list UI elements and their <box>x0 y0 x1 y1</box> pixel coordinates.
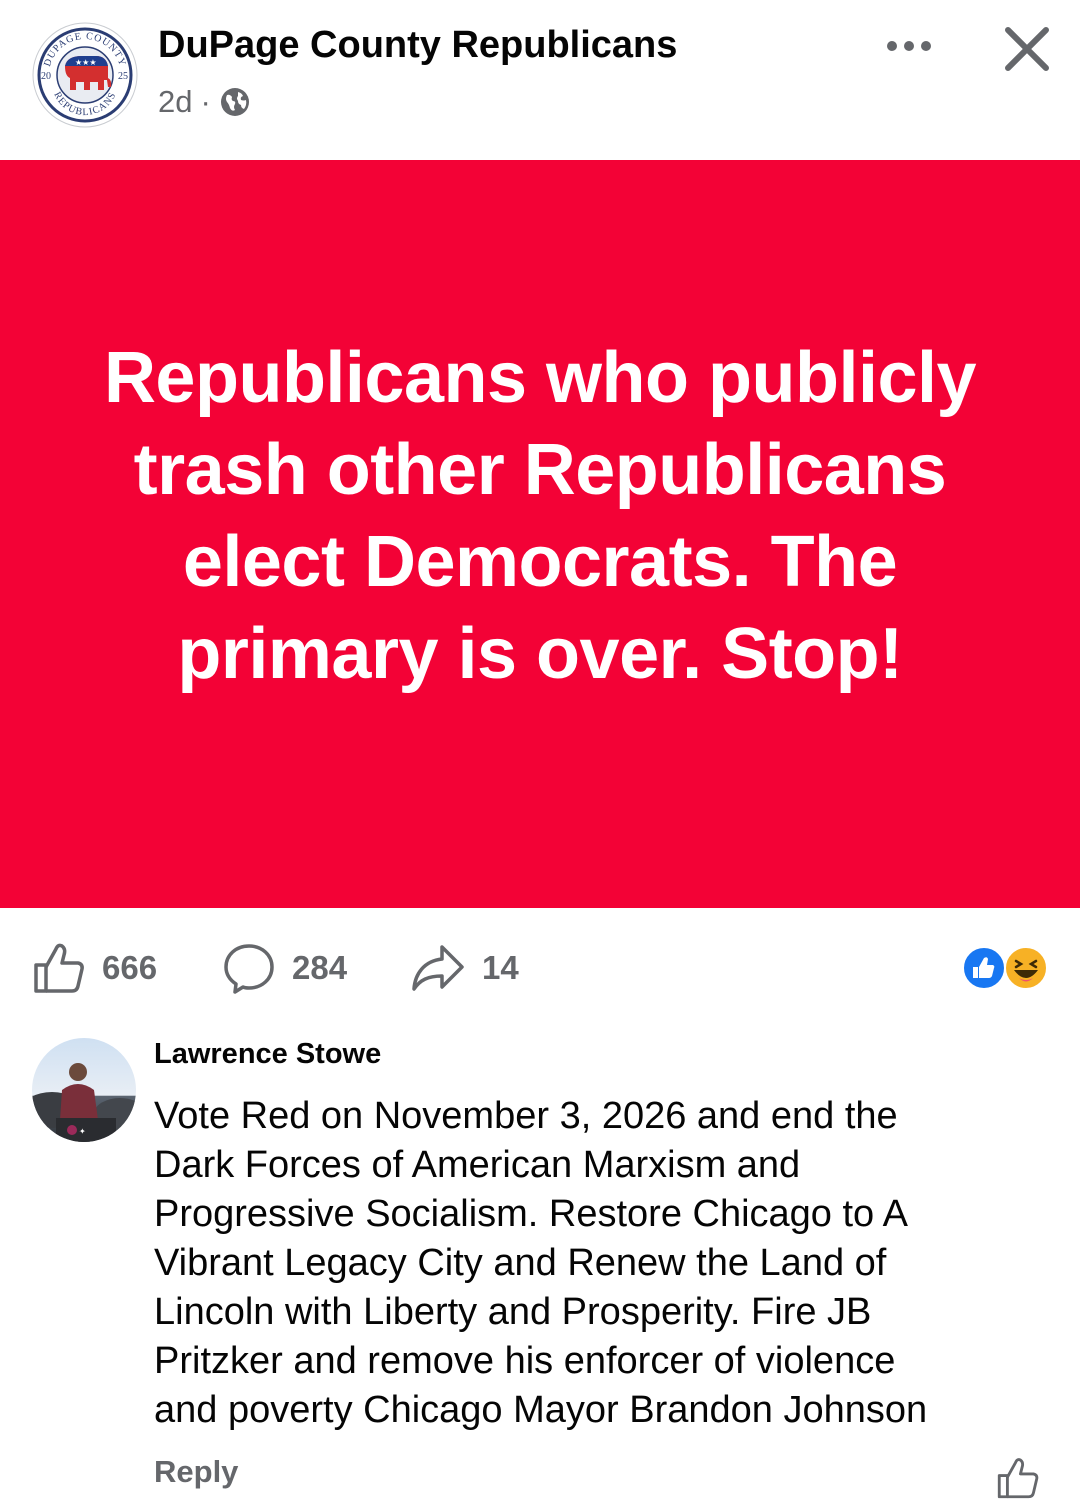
share-count: 14 <box>482 949 519 986</box>
page-avatar[interactable]: DUPAGE COUNTY REPUBLICANS 20 25 ★★★ <box>32 22 138 128</box>
svg-text:20: 20 <box>41 71 51 82</box>
comment: ✦ Lawrence Stowe Vote Red on November 3,… <box>0 1030 1080 1500</box>
commenter-avatar[interactable]: ✦ <box>32 1038 136 1142</box>
comment-button[interactable]: 284 <box>222 930 347 1006</box>
comment-bubble-icon <box>224 944 274 994</box>
post-header: DUPAGE COUNTY REPUBLICANS 20 25 ★★★ DuPa… <box>0 0 1080 160</box>
share-arrow-icon <box>412 945 464 991</box>
svg-text:★★★: ★★★ <box>75 58 97 67</box>
post-time[interactable]: 2d <box>158 84 192 120</box>
reaction-summary[interactable] <box>960 946 1052 990</box>
more-options-button[interactable] <box>880 26 944 66</box>
thumbs-up-icon <box>34 943 84 993</box>
dupage-republicans-logo: DUPAGE COUNTY REPUBLICANS 20 25 ★★★ <box>32 22 138 128</box>
comment-like-button[interactable] <box>996 1456 1040 1500</box>
like-count: 666 <box>102 949 158 986</box>
globe-icon <box>219 86 251 118</box>
svg-text:✦: ✦ <box>79 1127 86 1136</box>
post-meta: 2d · <box>158 82 251 122</box>
meta-separator: · <box>200 84 211 119</box>
thumbs-up-icon <box>997 1458 1039 1499</box>
close-button[interactable] <box>1000 22 1054 76</box>
commenter-name[interactable]: Lawrence Stowe <box>154 1038 381 1071</box>
comment-count: 284 <box>292 949 348 986</box>
comment-text: Vote Red on November 3, 2026 and end the… <box>154 1095 928 1431</box>
reply-button[interactable]: Reply <box>154 1454 238 1490</box>
page-name[interactable]: DuPage County Republicans <box>158 24 677 67</box>
more-dots-icon <box>887 41 931 51</box>
like-reaction-icon <box>962 946 1006 990</box>
haha-reaction-icon <box>1004 946 1048 990</box>
banner-text: Republicans who publicly trash other Rep… <box>103 338 977 694</box>
like-button[interactable]: 666 <box>32 930 157 1006</box>
svg-text:25: 25 <box>118 71 128 82</box>
post-action-bar: 666 284 14 <box>0 930 1080 1006</box>
share-button[interactable]: 14 <box>410 930 519 1006</box>
post-banner[interactable]: Republicans who publicly trash other Rep… <box>0 160 1080 908</box>
close-icon <box>1005 27 1049 71</box>
